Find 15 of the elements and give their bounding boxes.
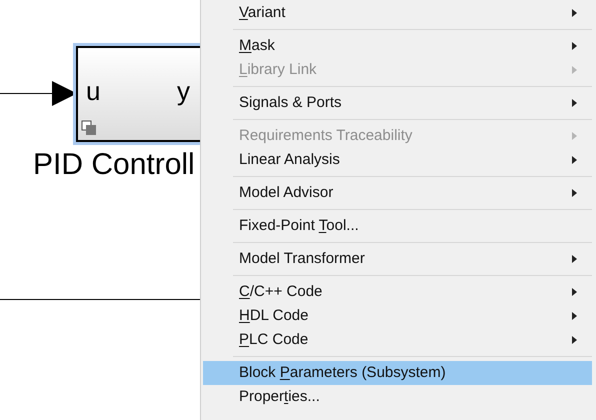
menu-item[interactable]: Variant xyxy=(203,1,592,25)
menu-item[interactable]: Block Parameters (Subsystem) xyxy=(203,361,592,385)
menu-item[interactable]: HDL Code xyxy=(203,304,592,328)
menu-item[interactable]: Model Advisor xyxy=(203,181,592,205)
signal-line xyxy=(0,93,54,94)
output-port-label: y xyxy=(177,78,190,104)
menu-item[interactable]: C/C++ Code xyxy=(203,280,592,304)
menu-item[interactable]: Linear Analysis xyxy=(203,148,592,172)
menu-item[interactable]: Fixed-Point Tool... xyxy=(203,214,592,238)
input-port-label: u xyxy=(86,78,100,104)
block-label: PID Controll xyxy=(33,150,195,180)
menu-item[interactable]: Properties... xyxy=(203,385,592,409)
menu-item[interactable]: Model Transformer xyxy=(203,247,592,271)
subsystem-icon xyxy=(81,120,97,136)
menu-item[interactable]: PLC Code xyxy=(203,328,592,352)
